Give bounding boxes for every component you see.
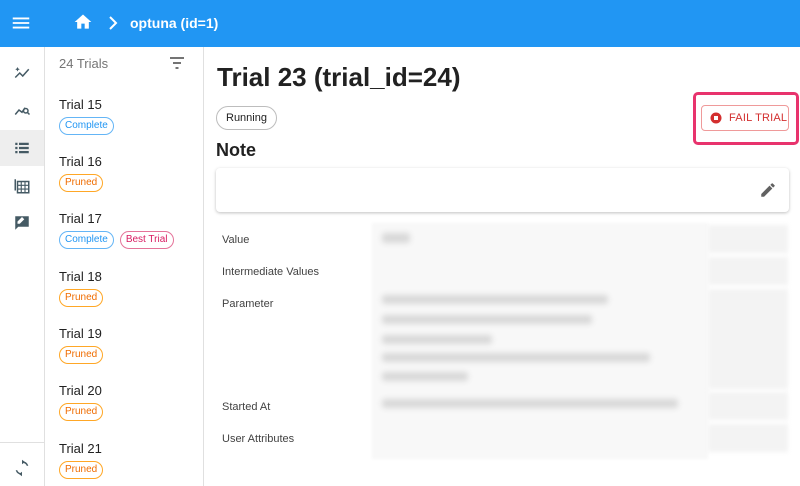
stop-circle-icon [710,112,722,124]
fail-trial-button[interactable]: FAIL TRIAL [701,105,789,131]
value-cell [708,225,788,253]
parameter-cell [708,289,788,389]
auto-graph-icon [14,67,30,79]
rail-divider [0,442,44,443]
nav-item-graph[interactable] [0,92,44,128]
nav-item-note[interactable] [0,205,44,241]
trial-count: 24 Trials [59,56,109,71]
fail-trial-label: FAIL TRIAL [729,112,788,124]
trial-name: Trial 19 [59,326,102,341]
list-item-trial-19[interactable]: Trial 19 Pruned [45,326,203,382]
list-item-trial-18[interactable]: Trial 18 Pruned [45,269,203,325]
note-card [216,168,789,212]
trial-name: Trial 18 [59,269,102,284]
filter-icon[interactable] [169,56,185,70]
nav-item-trial-list[interactable] [0,130,44,166]
list-item-trial-20[interactable]: Trial 20 Pruned [45,383,203,439]
state-badge: Pruned [59,174,104,192]
state-badge: Pruned [59,461,104,479]
chevron-right-icon [109,16,118,30]
trial-name: Trial 17 [59,211,102,226]
state-badge: Complete [59,117,114,135]
parameter-redacted [382,295,608,304]
row-label-user-attributes: User Attributes [222,433,295,445]
parameter-redacted [382,315,592,324]
parameter-redacted [382,372,468,381]
user-attributes-cell [708,424,788,452]
nav-item-trial-table[interactable] [0,168,44,204]
note-heading: Note [216,140,256,160]
reload-button[interactable] [0,450,44,486]
state-badge: Pruned [59,346,104,364]
edit-icon[interactable] [759,181,777,199]
list-icon [15,142,29,154]
rate-review-icon [15,216,29,230]
parameter-redacted [382,335,492,344]
table-icon [14,179,30,194]
trial-list: 24 Trials Trial 15 Complete Trial 16 Pru… [45,47,204,486]
value-redacted [382,233,410,243]
parameter-redacted [382,353,650,362]
state-badge: Pruned [59,403,104,421]
row-label-started-at: Started At [222,401,271,413]
started-at-cell [708,392,788,420]
list-item-trial-15[interactable]: Trial 15 Complete [45,97,203,153]
page-title: Trial 23 (trial_id=24) [217,62,461,92]
best-trial-badge: Best Trial [119,231,174,249]
started-at-redacted [382,399,678,408]
app-bar: optuna (id=1) [0,0,800,47]
trial-name: Trial 15 [59,97,102,112]
list-item-trial-21[interactable]: Trial 21 Pruned [45,441,203,486]
status-badge: Running [216,106,277,130]
list-item-trial-17[interactable]: Trial 17 Complete Best Trial [45,211,203,267]
row-label-value: Value [222,234,250,246]
home-icon[interactable] [73,12,93,32]
sync-icon [15,459,29,477]
query-stats-icon [14,107,31,116]
trial-name: Trial 16 [59,154,102,169]
row-label-intermediate-values: Intermediate Values [222,266,320,278]
menu-icon[interactable] [10,12,32,34]
nav-item-analytics[interactable] [0,55,44,91]
state-badge: Complete [59,231,114,249]
list-item-trial-16[interactable]: Trial 16 Pruned [45,154,203,210]
breadcrumb-study[interactable]: optuna (id=1) [130,14,218,32]
nav-rail [0,47,45,486]
state-badge: Pruned [59,289,104,307]
trial-name: Trial 20 [59,383,102,398]
trial-detail: Trial 23 (trial_id=24) Running FAIL TRIA… [204,47,800,486]
row-label-parameter: Parameter [222,298,274,310]
intermediate-values-cell [708,257,788,285]
trial-name: Trial 21 [59,441,102,456]
